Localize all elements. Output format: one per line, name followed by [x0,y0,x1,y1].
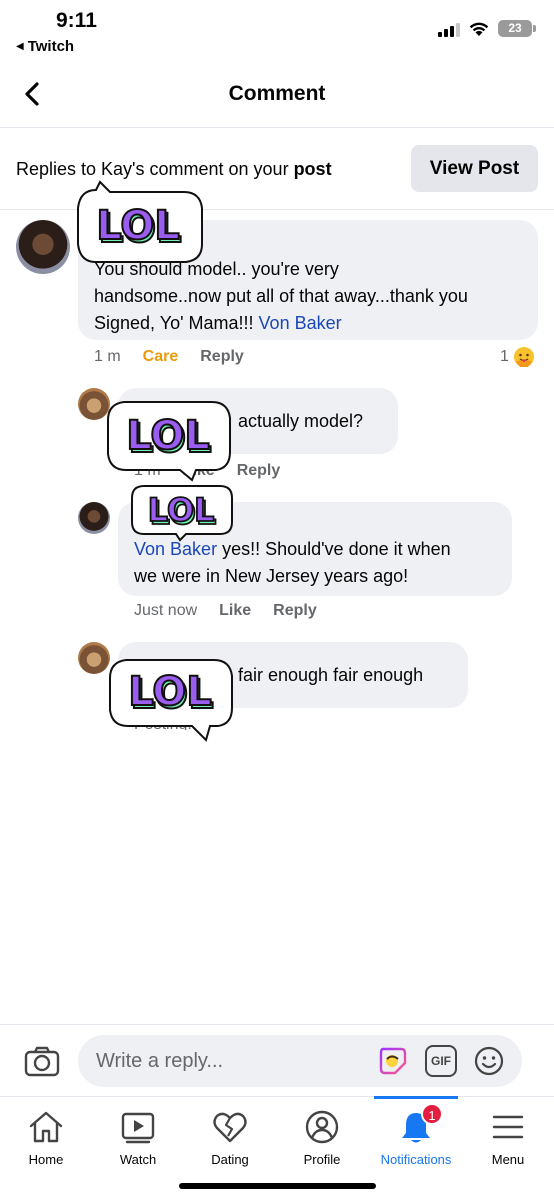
tab-label: Menu [491,1152,525,1167]
comment-line: we were in New Jersey years ago! [134,566,409,586]
home-icon [29,1111,63,1143]
banner-prefix: Replies to Kay's comment on your [16,159,294,179]
emoji-icon[interactable] [473,1045,505,1077]
reply-button[interactable]: Reply [237,462,281,480]
video-icon [121,1112,155,1144]
nav-header: Comment [0,60,554,128]
reply-button[interactable]: Reply [200,348,244,366]
lol-sticker: LOL LOL [104,396,234,482]
comment-line: actually model? [238,411,364,431]
avatar[interactable] [78,502,110,534]
view-post-button[interactable]: View Post [411,145,538,192]
comment-line: Signed, Yo' Mama!!! Von Baker [94,313,342,333]
tab-menu[interactable]: Menu [462,1097,554,1177]
comment-line: handsome..now put all of that away...tha… [94,286,468,306]
profile-icon [305,1110,339,1144]
signal-icon [438,21,460,37]
reply-button[interactable]: Reply [273,602,317,620]
care-emoji-icon [513,347,534,367]
comment-time: 1 m [94,348,121,365]
reply-bar: GIF [0,1024,554,1096]
banner-post-link[interactable]: post [294,159,332,179]
comment-time: Just now [134,602,198,619]
tab-label: Profile [303,1152,341,1167]
tab-label: Watch [119,1152,157,1167]
wifi-icon [469,22,489,36]
back-to-app-link[interactable]: ◀ Twitch [16,38,74,55]
gif-button[interactable]: GIF [425,1045,457,1077]
care-reaction-button[interactable]: Care [143,348,179,366]
lol-sticker: LOL LOL [128,482,236,542]
back-app-label: Twitch [27,38,75,55]
tab-home[interactable]: Home [0,1097,92,1177]
mention-link[interactable]: Von Baker [134,539,217,559]
menu-icon [492,1115,524,1139]
banner-text: Replies to Kay's comment on your post [16,159,332,180]
comment-meta: Just now Like Reply [134,602,317,620]
page-title: Comment [228,82,326,105]
comment-line: fair enough fair enough [238,665,424,685]
tab-watch[interactable]: Watch [92,1097,184,1177]
status-icons: 23 [438,20,536,37]
back-triangle-icon: ◀ [16,41,24,52]
tab-label: Dating [211,1152,249,1167]
camera-icon[interactable] [24,1045,60,1077]
avatar-sticker-icon[interactable] [377,1045,409,1077]
avatar[interactable] [16,220,70,274]
heart-icon [213,1112,247,1143]
comment-meta: 1 m Care Reply [94,348,244,366]
tab-label: Home [28,1152,64,1167]
like-button[interactable]: Like [219,602,251,620]
home-indicator[interactable] [179,1183,376,1189]
svg-text:LOL: LOL [148,491,215,529]
tab-label: Notifications [380,1152,452,1167]
battery-icon: 23 [498,20,536,37]
status-bar: 9:11 ◀ Twitch 23 [0,0,554,60]
status-time: 9:11 [56,9,97,32]
svg-text:LOL: LOL [96,203,180,249]
comment-line: Von Baker yes!! Should've done it when [134,539,451,559]
notification-badge: 1 [421,1103,443,1125]
tab-profile[interactable]: Profile [276,1097,368,1177]
svg-text:LOL: LOL [126,413,210,459]
lol-sticker: LOL LOL [106,654,236,742]
tab-notifications[interactable]: 1 Notifications [370,1097,462,1177]
tab-dating[interactable]: Dating [184,1097,276,1177]
lol-sticker: LOL LOL [74,180,206,270]
reaction-count[interactable]: 1 [500,346,535,368]
mention-link[interactable]: Von Baker [259,313,342,333]
svg-text:LOL: LOL [128,669,212,715]
